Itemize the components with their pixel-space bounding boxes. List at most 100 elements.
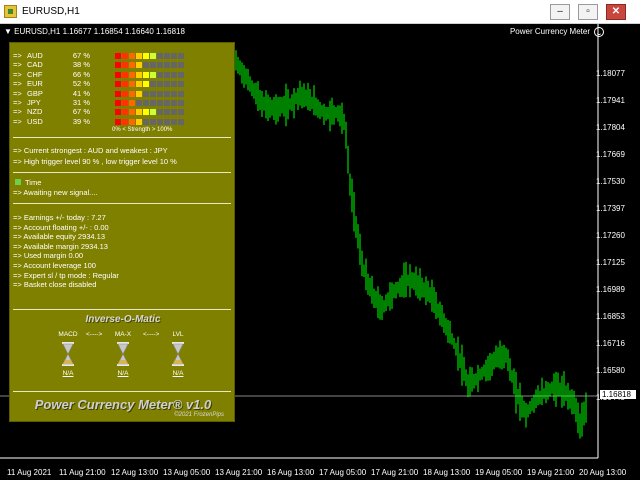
iom-link-arrow: <---->	[86, 331, 103, 338]
divider	[13, 391, 231, 392]
row-arrow: =>	[13, 79, 22, 89]
account-info-line: => Available margin 2934.13	[13, 241, 108, 251]
strength-cell	[157, 100, 163, 106]
time-tick-label: 17 Aug 21:00	[371, 468, 419, 477]
row-arrow: =>	[13, 116, 22, 126]
strength-cell	[143, 100, 149, 106]
strength-scale: 0% < Strength > 100%	[112, 127, 173, 133]
strength-cell	[115, 109, 121, 116]
chart-window-icon	[4, 5, 17, 18]
price-tick-label: 1.17530	[596, 177, 625, 186]
time-indicator-icon	[15, 179, 21, 185]
strength-cell	[129, 62, 135, 69]
strength-cell	[122, 118, 128, 125]
iom-lvl: LVL N/A	[158, 331, 198, 377]
currency-code: CHF	[27, 69, 43, 79]
strength-cell	[150, 90, 156, 97]
price-tick-label: 1.17260	[596, 231, 625, 240]
window-titlebar: EURUSD,H1 – ▫ ✕	[0, 0, 640, 24]
strength-cell	[122, 90, 128, 97]
iom-macd: MACD N/A	[48, 331, 88, 377]
indicator-name: Power Currency Meter	[509, 27, 590, 36]
iom-macd-label: MACD	[58, 331, 78, 338]
strength-cell	[150, 100, 156, 106]
time-tick-label: 17 Aug 05:00	[319, 468, 367, 477]
account-info-line: => Account leverage 100	[13, 261, 96, 270]
price-chart[interactable]: ▼ EURUSD,H1 1.16677 1.16854 1.16640 1.16…	[0, 24, 640, 480]
close-button[interactable]: ✕	[606, 4, 626, 20]
currency-code: NZD	[27, 107, 43, 117]
row-arrow: =>	[13, 51, 22, 60]
strength-cell	[178, 71, 184, 78]
strength-cell	[150, 62, 156, 69]
strength-cell	[129, 53, 135, 59]
account-info-line: => Available equity 2934.13	[13, 232, 106, 242]
strength-cell	[171, 71, 177, 78]
smile-icon[interactable]	[594, 27, 604, 37]
strength-cell	[157, 71, 163, 78]
time-tick-label: 19 Aug 21:00	[527, 468, 575, 477]
price-tick-label: 1.16580	[596, 366, 625, 375]
account-info-line: => Used margin 0.00	[13, 251, 84, 261]
currency-meter-panel: => AUD 67 % => CAD 38 % => CHF 66 % => EUR 52 % => GB…	[9, 42, 235, 422]
price-tick-label: 1.16853	[596, 312, 625, 321]
strength-cell	[164, 118, 170, 125]
strength-cell	[136, 118, 142, 125]
window-title: EURUSD,H1	[22, 6, 80, 17]
iom-ma-x-value: N/A	[117, 370, 129, 377]
minimize-button[interactable]: –	[550, 4, 570, 20]
currency-row-nzd: => NZD 67 %	[13, 107, 203, 116]
time-tick-label: 20 Aug 13:00	[579, 468, 627, 477]
maximize-button[interactable]: ▫	[578, 4, 598, 20]
hourglass-icon	[62, 342, 74, 366]
time-tick-label: 13 Aug 05:00	[163, 468, 211, 477]
price-tick-label: 1.17941	[596, 96, 625, 105]
strength-cell	[115, 71, 121, 78]
strength-cell	[171, 90, 177, 97]
time-tick-label: 13 Aug 21:00	[215, 468, 263, 477]
strength-cell	[164, 71, 170, 78]
strength-cell	[171, 118, 177, 125]
strength-cell	[122, 81, 128, 88]
strength-cell	[157, 81, 163, 88]
strength-cell	[164, 53, 170, 59]
strength-cell	[143, 81, 149, 88]
strength-cell	[164, 100, 170, 106]
strength-cell	[129, 118, 135, 125]
currency-strength-pct: 41 %	[72, 88, 90, 98]
row-arrow: =>	[13, 107, 22, 117]
strength-bar	[115, 118, 185, 127]
price-tick-label: 1.17804	[596, 123, 625, 132]
row-arrow: =>	[13, 88, 22, 98]
currency-code: AUD	[27, 51, 43, 60]
strength-cell	[122, 53, 128, 59]
strength-cell	[178, 100, 184, 106]
divider	[13, 309, 231, 310]
strength-cell	[150, 53, 156, 59]
strength-cell	[129, 71, 135, 78]
strength-cell	[178, 109, 184, 116]
strength-cell	[164, 109, 170, 116]
strength-cell	[178, 118, 184, 125]
iom-lvl-value: N/A	[172, 370, 184, 377]
strength-cell	[136, 100, 142, 106]
currency-strength-pct: 38 %	[72, 60, 90, 70]
time-tick-label: 12 Aug 13:00	[111, 468, 159, 477]
price-tick-label: 1.18077	[596, 69, 625, 78]
strength-cell	[171, 81, 177, 88]
strength-cell	[129, 90, 135, 97]
hourglass-icon	[172, 342, 184, 366]
currency-row-jpy: => JPY 31 %	[13, 98, 203, 107]
currency-strength-pct: 67 %	[72, 51, 90, 60]
iom-ma-x: MA-X N/A	[103, 331, 143, 377]
currency-row-eur: => EUR 52 %	[13, 79, 203, 88]
account-info-line: => Expert sl / tp mode : Regular	[13, 270, 119, 280]
row-arrow: =>	[13, 60, 22, 70]
iom-macd-value: N/A	[62, 370, 74, 377]
strength-cell	[143, 53, 149, 59]
strength-cell	[115, 62, 121, 69]
strength-cell	[178, 90, 184, 97]
divider	[13, 203, 231, 204]
strength-cell	[115, 53, 121, 59]
strength-cell	[136, 90, 142, 97]
